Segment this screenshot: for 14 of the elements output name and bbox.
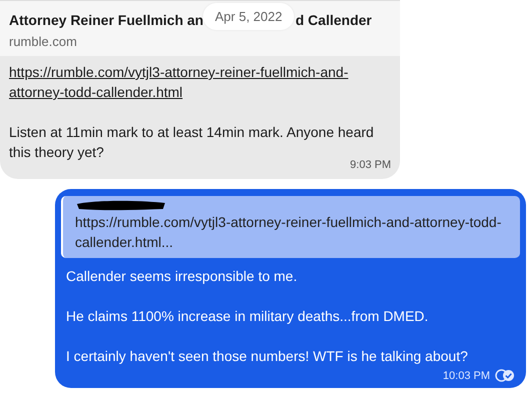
- quoted-text: https://rumble.com/vytjl3-attorney-reiner-fuellmich-and-attorney-todd-callender.html...: [75, 213, 502, 252]
- message-text: I certainly haven't seen those numbers! WTF is he talking about?: [66, 347, 469, 366]
- message-time: 10:03 PM: [442, 370, 490, 382]
- preview-domain: rumble.com: [9, 34, 78, 49]
- preview-title: d Callender: [295, 12, 372, 28]
- message-text: Callender seems irresponsible to me.: [66, 267, 298, 286]
- message-link[interactable]: https://rumble.com/vytjl3-attorney-reiner-fuellmich-and-attorney-todd-callender.html: [9, 62, 391, 102]
- quoted-message[interactable]: https://rumble.com/vytjl3-attorney-reiner-fuellmich-and-attorney-todd-callender.html...: [61, 196, 520, 258]
- preview-title: Attorney Reiner Fuellmich an: [9, 12, 204, 28]
- message-time: 9:03 PM: [350, 159, 391, 171]
- date-pill: Apr 5, 2022: [203, 3, 294, 30]
- message-text: He claims 1100% increase in military deaths...from DMED.: [66, 307, 430, 326]
- message-text: Listen at 11min mark to at least 14min mark. Anyone heard this theory yet?: [9, 123, 375, 160]
- double-check-icon: [495, 369, 515, 382]
